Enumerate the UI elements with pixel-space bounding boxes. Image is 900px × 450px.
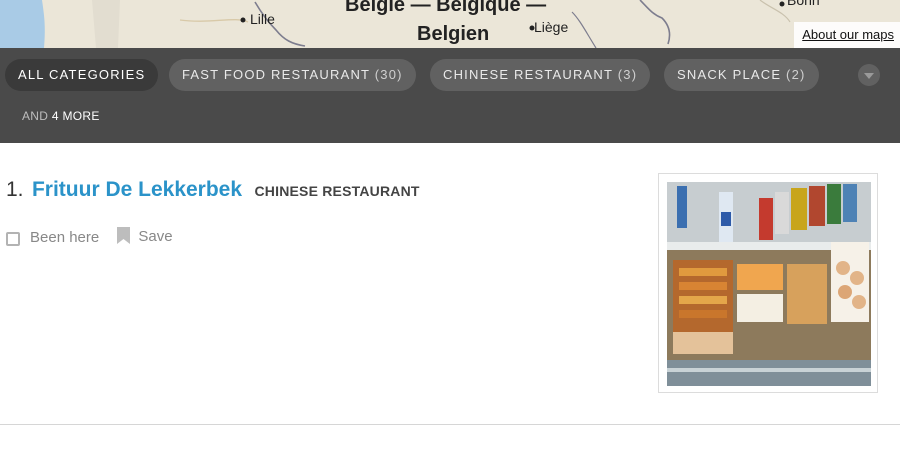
- venue-title-row: 1. Frituur De Lekkerbek CHINESE RESTAURA…: [6, 178, 420, 202]
- map-country-label: Belgien: [417, 23, 490, 45]
- been-here-button[interactable]: Been here: [6, 229, 99, 246]
- category-pill-label: FAST FOOD RESTAURANT: [182, 67, 370, 82]
- category-pill-chinese[interactable]: CHINESE RESTAURANT (3): [430, 59, 651, 91]
- map-city-label: Bonn: [787, 0, 820, 8]
- chevron-down-icon[interactable]: [858, 64, 880, 86]
- category-pill-count: (2): [786, 67, 806, 82]
- bookmark-icon: [117, 227, 131, 248]
- result-divider: [0, 424, 900, 425]
- category-pill-count: (30): [374, 67, 403, 82]
- venue-name-link[interactable]: Frituur De Lekkerbek: [32, 178, 242, 201]
- category-pill-all[interactable]: ALL CATEGORIES: [5, 59, 159, 91]
- about-maps-link[interactable]: About our maps: [794, 22, 900, 48]
- map-city-label: Lille: [250, 11, 275, 27]
- venue-category: CHINESE RESTAURANT: [254, 183, 420, 199]
- category-pill-label: CHINESE RESTAURANT: [443, 67, 613, 82]
- more-categories-link[interactable]: AND 4 MORE: [22, 109, 100, 123]
- save-label: Save: [138, 228, 173, 245]
- category-pill-label: SNACK PLACE: [677, 67, 782, 82]
- category-pill-snack[interactable]: SNACK PLACE (2): [664, 59, 819, 91]
- more-prefix: AND: [22, 109, 49, 123]
- save-button[interactable]: Save: [117, 227, 173, 248]
- category-pill-fast-food[interactable]: FAST FOOD RESTAURANT (30): [169, 59, 416, 91]
- category-filter-bar: ALL CATEGORIES FAST FOOD RESTAURANT (30)…: [0, 48, 900, 143]
- venue-photo[interactable]: [658, 173, 878, 393]
- venue-rank: 1.: [6, 178, 24, 201]
- category-pill-count: (3): [617, 67, 638, 82]
- category-pill-label: ALL CATEGORIES: [18, 67, 146, 82]
- venue-photo-image: [667, 182, 871, 386]
- more-count: 4 MORE: [51, 109, 100, 123]
- been-here-label: Been here: [30, 229, 100, 246]
- map-city-label: Liège: [534, 19, 569, 35]
- map-strip[interactable]: Lille Liège Bonn België — Belgique — Bel…: [0, 0, 900, 48]
- venue-actions: Been here Save: [6, 227, 173, 248]
- map-country-label: België — Belgique —: [345, 0, 547, 16]
- checkbox-icon: [6, 232, 20, 246]
- venue-result: 1. Frituur De Lekkerbek CHINESE RESTAURA…: [0, 143, 900, 425]
